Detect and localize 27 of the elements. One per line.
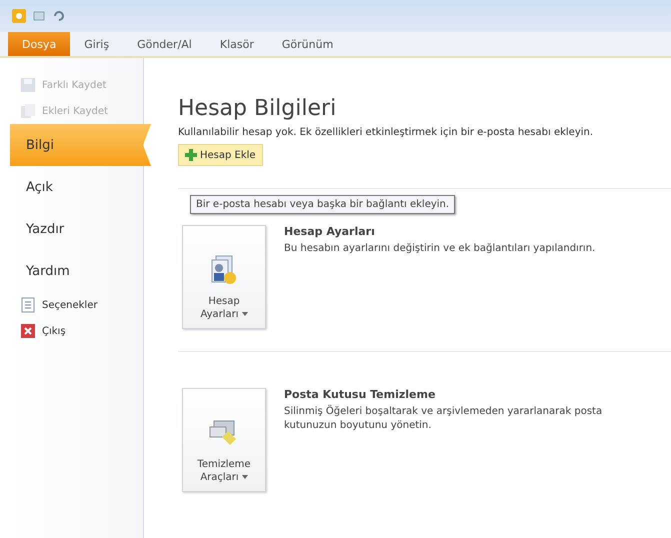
sidebar-tab[interactable]: Yazdır xyxy=(10,208,143,250)
sidebar-tab[interactable]: Açık xyxy=(10,166,143,208)
ribbon-tab[interactable]: Giriş xyxy=(70,32,124,56)
section-description: Silinmiş Öğeleri boşaltarak ve arşivlemeden yararlanarak posta kutunuzun boyutunu yönetin. xyxy=(284,405,604,433)
sidebar-command[interactable]: Seçenekler xyxy=(10,292,143,318)
tool-button[interactable]: Hesap Ayarları xyxy=(182,225,266,329)
sidebar-tab[interactable]: Bilgi xyxy=(10,124,151,166)
section-heading: Posta Kutusu Temizleme xyxy=(284,388,436,401)
info-text: Kullanılabilir hesap yok. Ek özellikleri etkinleştirmek için bir e-posta hesabı ekleyin. xyxy=(178,127,594,138)
page-title: Hesap Bilgileri xyxy=(178,96,338,121)
ribbon-tab[interactable]: Görünüm xyxy=(268,32,348,56)
add-account-button[interactable]: Hesap Ekle xyxy=(178,144,263,166)
section-description: Bu hesabın ayarlarını değiştirin ve ek bağlantıları yapılandırın. xyxy=(284,242,596,256)
undo-icon[interactable] xyxy=(52,9,66,23)
tool-button[interactable]: Temizleme Araçları xyxy=(182,388,266,492)
close-icon xyxy=(20,323,36,339)
document-icon xyxy=(20,297,36,313)
plus-icon xyxy=(185,149,197,161)
ribbon-tab[interactable]: Klasör xyxy=(206,32,268,56)
sidebar-command[interactable]: Çıkış xyxy=(10,318,143,344)
sidebar-tab[interactable]: Yardım xyxy=(10,250,143,292)
caret-icon xyxy=(242,312,248,316)
section-heading: Hesap Ayarları xyxy=(284,225,376,238)
documents-icon xyxy=(20,103,36,119)
caret-icon xyxy=(242,475,248,480)
ribbon-tab[interactable]: Gönder/Al xyxy=(123,32,206,56)
tooltip: Bir e-posta hesabı veya başka bir bağlantı ekleyin. xyxy=(190,195,456,214)
